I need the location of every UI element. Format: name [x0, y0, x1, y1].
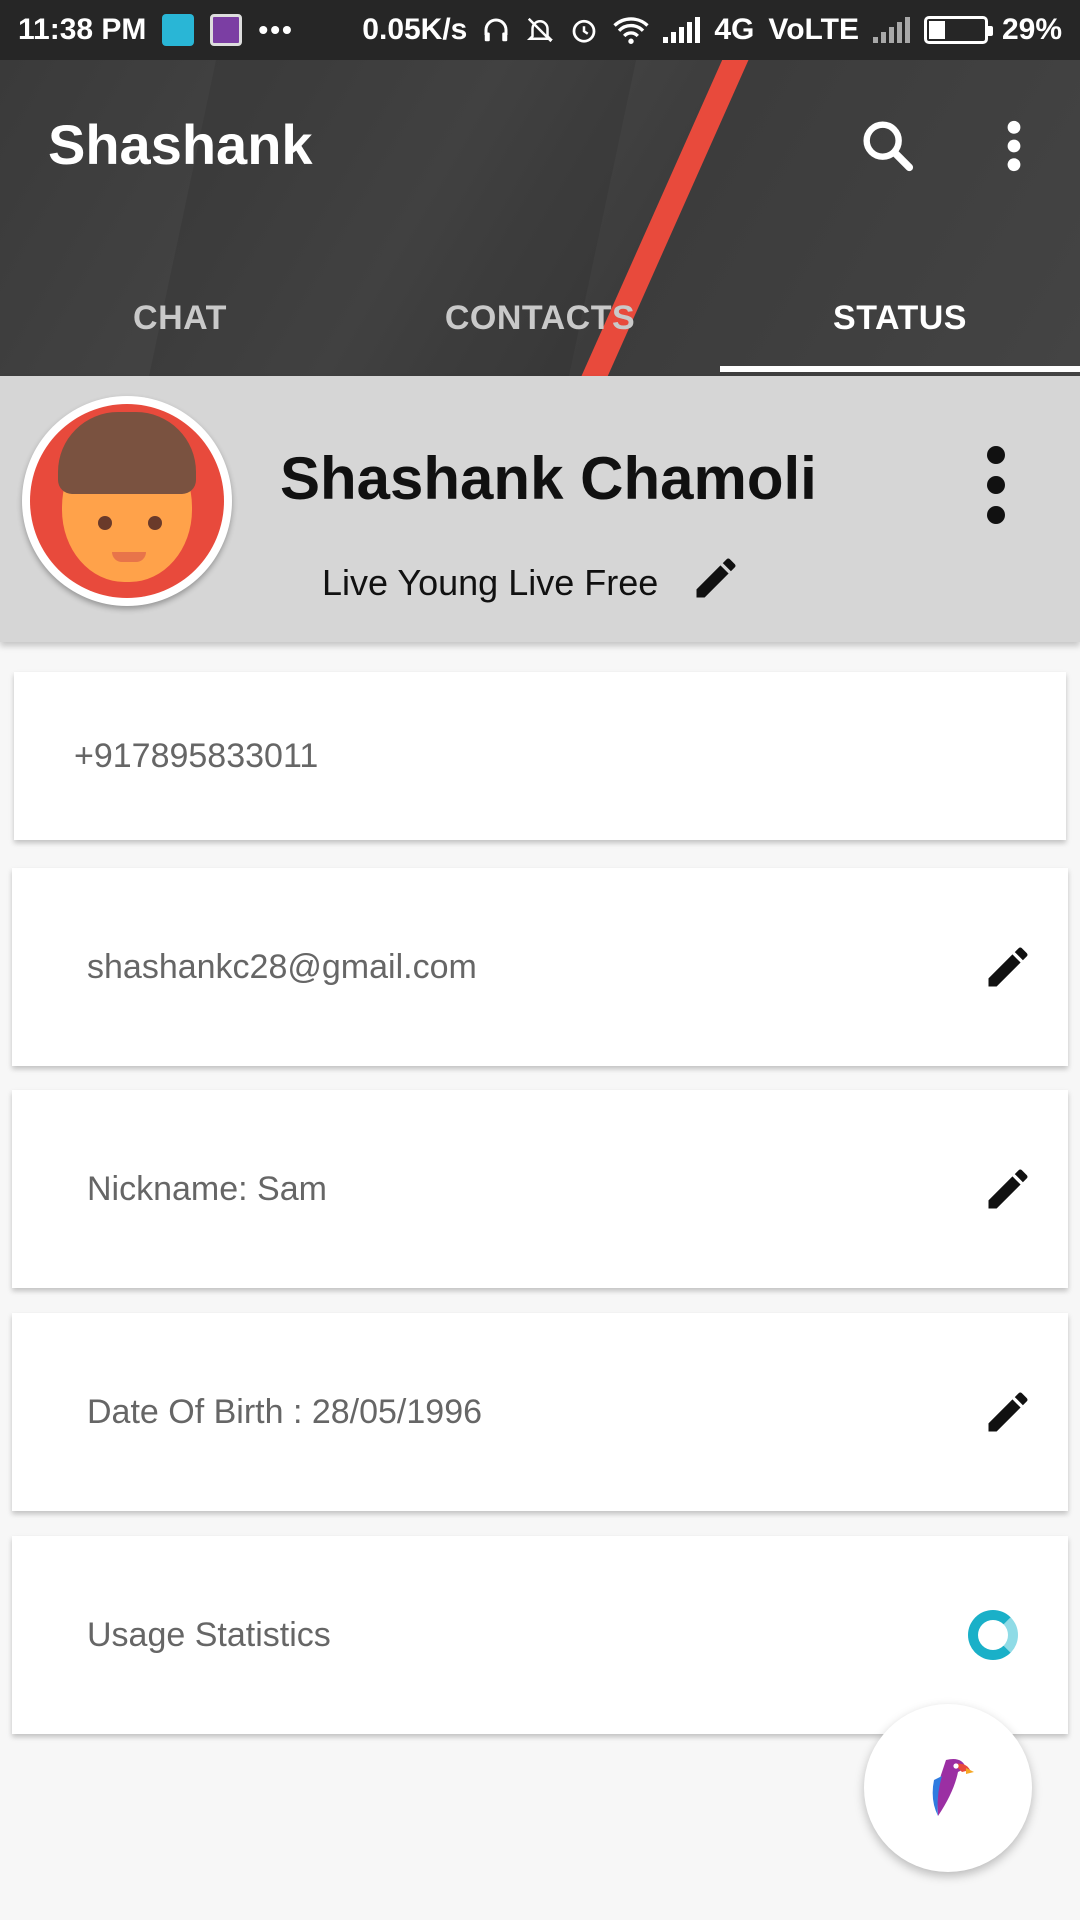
donut-chart-icon [968, 1610, 1018, 1660]
phone-number: +917895833011 [74, 736, 319, 775]
usage-statistics-label: Usage Statistics [87, 1615, 331, 1654]
notifications-off-icon [527, 17, 554, 43]
profile-menu-button[interactable] [976, 440, 1016, 530]
edit-status-button[interactable] [690, 552, 742, 604]
signal-1-icon [663, 17, 701, 43]
more-notifications-icon: ••• [258, 14, 294, 45]
battery-icon [923, 16, 993, 44]
wifi-icon [613, 17, 650, 44]
clock-app-icon [162, 14, 195, 46]
volte-label: VoLTE [768, 13, 859, 46]
nickname-text: Nickname: Sam [87, 1169, 327, 1208]
tab-status[interactable]: STATUS [720, 260, 1080, 376]
network-speed: 0.05K/s [362, 13, 468, 46]
tab-bar: CHAT CONTACTS STATUS [0, 260, 1080, 376]
network-type: 4G [714, 13, 755, 46]
edit-icon [696, 558, 736, 598]
google-app-icon [210, 14, 243, 46]
dob-text: Date Of Birth : 28/05/1996 [87, 1392, 483, 1431]
edit-nickname-icon[interactable] [982, 1163, 1034, 1215]
profile-status-text: Live Young Live Free [322, 562, 659, 603]
app-title: Shashank [48, 113, 313, 176]
tab-contacts[interactable]: CONTACTS [360, 260, 720, 376]
more-vert-icon [987, 446, 1005, 524]
edit-dob-icon[interactable] [982, 1386, 1034, 1438]
search-button[interactable] [856, 114, 920, 178]
email-text: shashankc28@gmail.com [87, 947, 477, 986]
signal-2-icon [872, 17, 910, 43]
battery-percent: 29% [1001, 13, 1062, 46]
parrot-icon [932, 1759, 974, 1816]
avatar[interactable] [22, 396, 232, 606]
nickname-card[interactable]: Nickname: Sam [12, 1090, 1068, 1288]
alarm-icon [573, 19, 596, 43]
app-bar: Shashank CHAT CONTACTS STATUS [0, 60, 1080, 376]
email-card[interactable]: shashankc28@gmail.com [12, 868, 1068, 1066]
profile-name: Shashank Chamoli [280, 445, 817, 512]
status-time: 11:38 PM [18, 13, 147, 46]
avatar-image [30, 404, 224, 598]
usage-statistics-card[interactable]: Usage Statistics [12, 1536, 1068, 1734]
edit-email-icon[interactable] [982, 941, 1034, 993]
search-icon [863, 121, 914, 172]
phone-card[interactable]: +917895833011 [14, 672, 1066, 840]
overflow-menu-button[interactable] [992, 114, 1036, 178]
more-vert-icon [1007, 120, 1021, 172]
profile-header: Shashank Chamoli Live Young Live Free [0, 376, 1080, 642]
fab-button[interactable] [864, 1704, 1032, 1872]
dob-card[interactable]: Date Of Birth : 28/05/1996 [12, 1313, 1068, 1511]
headphones-icon [484, 18, 508, 42]
tab-chat[interactable]: CHAT [0, 260, 360, 376]
status-bar: 11:38 PM ••• 0.05K/s 4G VoLTE 29% [0, 0, 1080, 60]
